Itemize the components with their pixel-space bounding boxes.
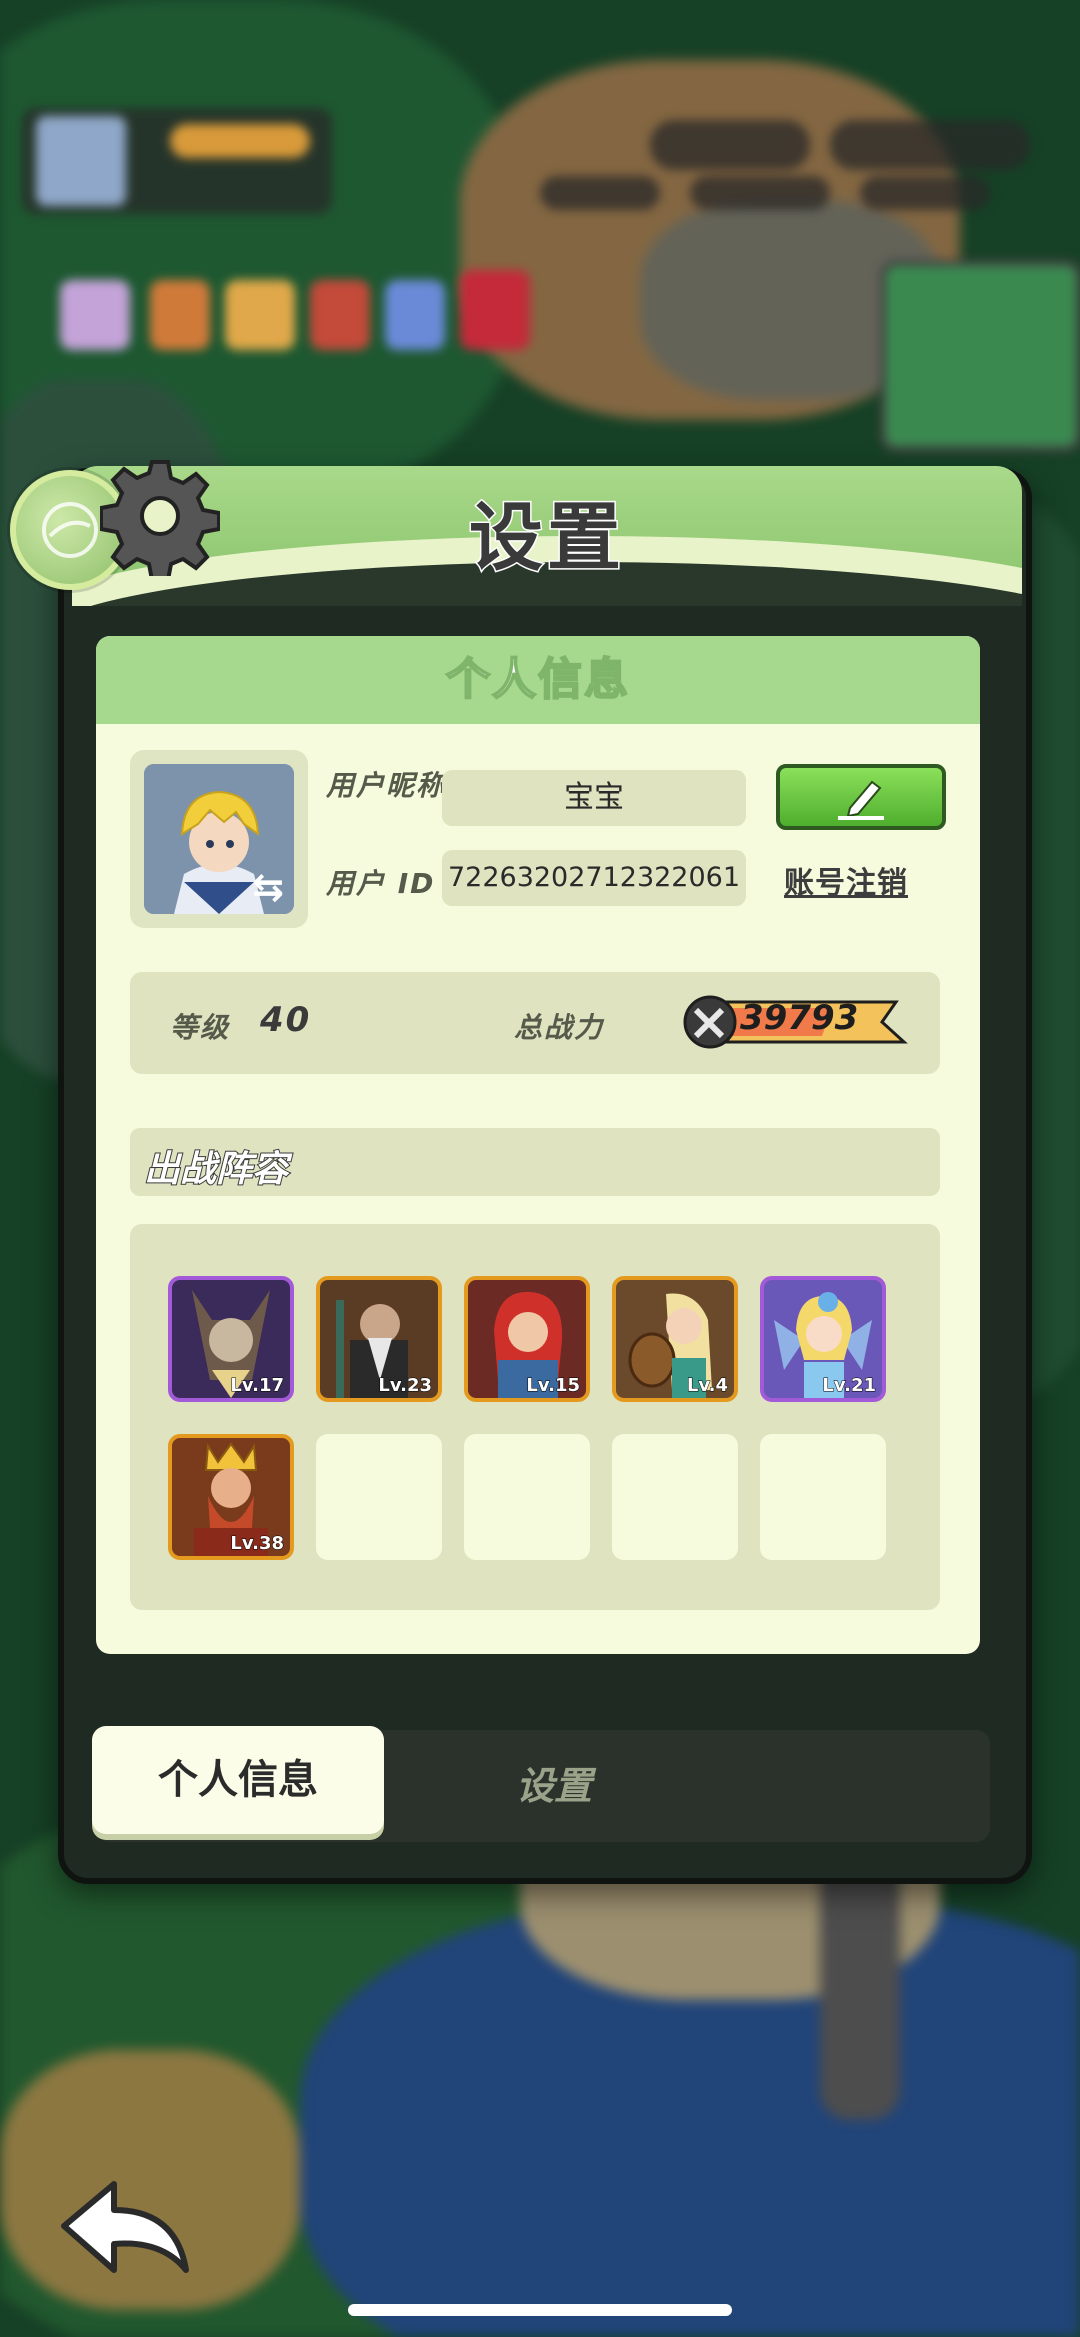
- personal-info-card: 个人信息 ⇆ 用户昵称 宝宝 用户 ID 72263202712322061 账…: [96, 636, 980, 1654]
- hero-slot[interactable]: Lv.17: [168, 1276, 294, 1402]
- level-value: 40: [260, 1000, 312, 1040]
- back-arrow-icon[interactable]: [56, 2170, 196, 2280]
- empty-hero-slot[interactable]: [316, 1434, 442, 1560]
- pencil-icon: [838, 780, 884, 820]
- gear-icon: [100, 460, 220, 576]
- power-badge: 39793: [682, 994, 910, 1050]
- hero-level: Lv.17: [230, 1375, 285, 1397]
- user-id-label: 用户 ID: [326, 867, 436, 900]
- lineup-grid: Lv.17 Lv.23 Lv.15 Lv.4 Lv.21 Lv.38: [130, 1224, 940, 1610]
- power-value: 39793: [740, 998, 859, 1038]
- tab-personal-info[interactable]: 个人信息: [92, 1726, 384, 1834]
- hero-level: Lv.38: [230, 1533, 285, 1555]
- avatar[interactable]: ⇆: [144, 764, 294, 914]
- empty-hero-slot[interactable]: [760, 1434, 886, 1560]
- lineup-header: 出战阵容: [130, 1128, 940, 1196]
- hero-level: Lv.23: [378, 1375, 433, 1397]
- level-label: 等级: [170, 1011, 231, 1044]
- empty-hero-slot[interactable]: [612, 1434, 738, 1560]
- nickname-field: 宝宝: [442, 770, 746, 826]
- user-id-field: 72263202712322061: [442, 850, 746, 906]
- hero-level: Lv.21: [822, 1375, 877, 1397]
- hero-slot[interactable]: Lv.23: [316, 1276, 442, 1402]
- swap-avatar-icon[interactable]: ⇆: [252, 868, 284, 906]
- home-indicator[interactable]: [348, 2304, 732, 2316]
- hero-slot[interactable]: Lv.38: [168, 1434, 294, 1560]
- nickname-label: 用户昵称: [326, 769, 447, 802]
- card-header: 个人信息: [96, 636, 980, 724]
- power-label: 总战力: [514, 1011, 605, 1044]
- lineup-title: 出战阵容: [143, 1148, 289, 1191]
- empty-hero-slot[interactable]: [464, 1434, 590, 1560]
- avatar-frame[interactable]: ⇆: [130, 750, 308, 928]
- edit-nickname-button[interactable]: [776, 764, 946, 830]
- hero-level: Lv.15: [526, 1375, 581, 1397]
- hud-blurred: [0, 0, 1080, 452]
- account-delete-link[interactable]: 账号注销: [784, 858, 908, 902]
- hero-slot[interactable]: Lv.21: [760, 1276, 886, 1402]
- hero-slot[interactable]: Lv.4: [612, 1276, 738, 1402]
- hero-slot[interactable]: Lv.15: [464, 1276, 590, 1402]
- tab-settings[interactable]: 设置: [384, 1730, 724, 1842]
- hero-level: Lv.4: [686, 1375, 728, 1397]
